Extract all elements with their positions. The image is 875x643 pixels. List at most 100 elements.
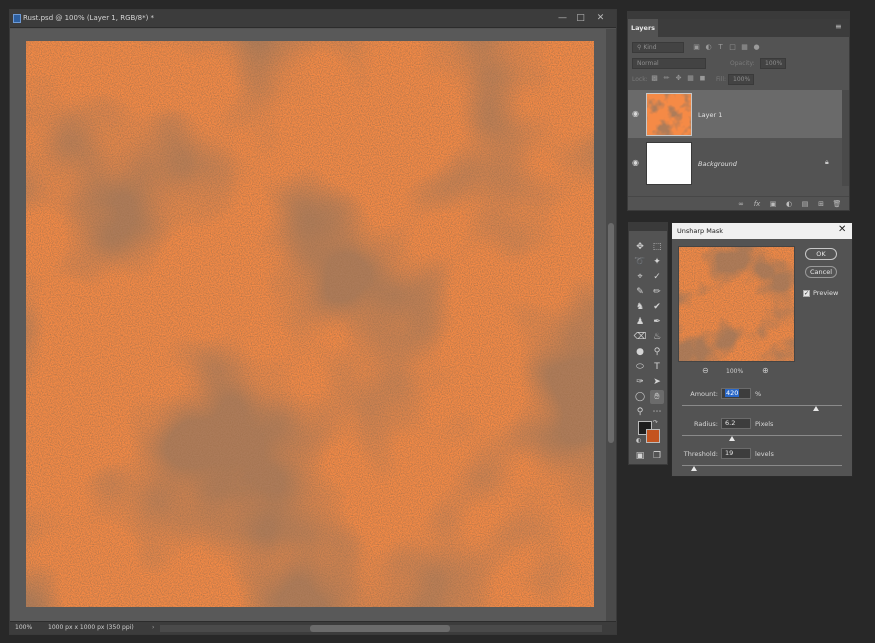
horizontal-scrollbar[interactable]	[160, 625, 602, 632]
lock-transparent-icon[interactable]: ▩	[650, 74, 659, 83]
radius-slider-track[interactable]	[682, 435, 842, 436]
lasso-tool-icon[interactable]: ➰	[633, 255, 647, 269]
amount-input[interactable]: 420	[721, 388, 751, 399]
ellipse-shape-icon[interactable]: ⬭	[633, 360, 647, 374]
preview-checkbox[interactable]: ✓	[803, 290, 810, 297]
close-icon[interactable]: ✕	[594, 12, 607, 25]
layer-row-background[interactable]: ◉ Background 🔒︎	[628, 139, 842, 187]
filter-toggle-icon[interactable]: ●	[752, 43, 761, 52]
radius-slider-handle[interactable]	[728, 436, 735, 441]
vertical-scroll-thumb[interactable]	[608, 223, 614, 443]
layers-tabbar: Layers ≡	[628, 19, 849, 37]
new-group-icon[interactable]: ▤	[800, 199, 810, 209]
threshold-slider-handle[interactable]	[691, 466, 697, 471]
layer-row-layer-1[interactable]: ◉ Layer 1	[628, 90, 842, 138]
radius-input[interactable]: 6.2	[721, 418, 751, 429]
quick-select-tool-icon[interactable]: ✦	[650, 255, 664, 269]
move-tool-icon[interactable]: ✥	[633, 240, 647, 254]
amount-slider-handle[interactable]	[813, 406, 820, 411]
cancel-button[interactable]: Cancel	[805, 266, 837, 278]
adjustment-layer-icon[interactable]: ◐	[784, 199, 794, 209]
more-tools-icon[interactable]: ⋯	[650, 405, 664, 419]
healing-brush-icon[interactable]: ✎	[633, 285, 647, 299]
minimize-icon[interactable]: —	[556, 12, 569, 25]
history-brush-icon[interactable]: ✔	[650, 300, 664, 314]
background-color-swatch[interactable]	[646, 429, 660, 443]
pixel-filter-icon[interactable]: ▣	[692, 43, 701, 52]
shape-filter-icon[interactable]: □	[728, 43, 737, 52]
ok-button[interactable]: OK	[805, 248, 837, 260]
layer-filter-kind[interactable]: ⚲ Kind	[632, 42, 684, 53]
threshold-slider-track[interactable]	[682, 465, 842, 466]
new-layer-icon[interactable]: ⊞	[816, 199, 826, 209]
lock-artboard-icon[interactable]: ▦	[686, 74, 695, 83]
opacity-input[interactable]: 100%	[760, 58, 786, 69]
smart-object-filter-icon[interactable]: ▦	[740, 43, 749, 52]
status-menu-arrow-icon[interactable]: ›	[152, 624, 154, 631]
lock-label: Lock:	[632, 76, 648, 83]
layer-name[interactable]: Background	[698, 160, 737, 168]
link-layers-icon[interactable]: ∞	[736, 199, 746, 209]
lock-position-icon[interactable]: ✥	[674, 74, 683, 83]
art-history-brush-icon[interactable]: ✒	[650, 315, 664, 329]
status-bar: 100% 1000 px x 1000 px (350 ppi) ›	[10, 621, 616, 634]
quick-mask-icon[interactable]: ▣	[633, 449, 647, 463]
marquee-tool-icon[interactable]: ⬚	[650, 240, 664, 254]
canvas-area[interactable]	[10, 29, 616, 621]
horizontal-scroll-thumb[interactable]	[310, 625, 450, 632]
layer-name[interactable]: Layer 1	[698, 111, 722, 119]
stamp-tool-icon[interactable]: ♟	[633, 315, 647, 329]
brush-tool-icon[interactable]: ✏	[650, 285, 664, 299]
lock-all-icon[interactable]: ◼	[698, 74, 707, 83]
zoom-out-icon[interactable]: ⊖	[702, 366, 709, 375]
fill-input[interactable]: 100%	[728, 74, 754, 85]
zoom-level[interactable]: 100%	[15, 624, 32, 631]
default-colors-icon[interactable]: ◐	[636, 437, 641, 444]
blur-tool-icon[interactable]: ●	[633, 345, 647, 359]
panel-collapse-bar[interactable]	[628, 12, 849, 19]
amount-unit: %	[755, 390, 762, 398]
crop-tool-icon[interactable]: ⌖	[633, 270, 647, 284]
adjustment-filter-icon[interactable]: ◐	[704, 43, 713, 52]
layers-bottom-toolbar: ∞ fx ▣ ◐ ▤ ⊞ 🗑︎	[628, 196, 849, 210]
hand-tool-icon[interactable]: ✋︎	[650, 390, 664, 404]
visibility-eye-icon[interactable]: ◉	[632, 158, 639, 167]
close-icon[interactable]: ✕	[838, 224, 846, 235]
path-select-icon[interactable]: ➤	[650, 375, 664, 389]
paint-bucket-icon[interactable]: ♨	[650, 330, 664, 344]
ellipse-tool-icon[interactable]: ◯	[633, 390, 647, 404]
add-mask-icon[interactable]: ▣	[768, 199, 778, 209]
screen-mode-icon[interactable]: ❐	[650, 449, 664, 463]
delete-layer-icon[interactable]: 🗑︎	[832, 199, 842, 209]
dialog-titlebar[interactable]: Unsharp Mask ✕	[672, 223, 852, 239]
panel-menu-icon[interactable]: ≡	[835, 22, 842, 31]
eraser-tool-icon[interactable]: ⌫	[633, 330, 647, 344]
psd-file-icon	[13, 14, 21, 23]
document-titlebar[interactable]: Rust.psd @ 100% (Layer 1, RGB/8*) * — □ …	[10, 10, 616, 28]
lock-icon[interactable]: 🔒︎	[825, 158, 829, 167]
blend-mode-select[interactable]: Normal	[632, 58, 706, 69]
clone-stamp-icon[interactable]: ♞	[633, 300, 647, 314]
tab-layers[interactable]: Layers	[628, 19, 658, 37]
eyedropper-tool-icon[interactable]: ✓	[650, 270, 664, 284]
filter-preview-image[interactable]	[678, 246, 795, 362]
threshold-label: Threshold:	[683, 450, 718, 458]
type-tool-icon[interactable]: T	[650, 360, 664, 374]
vertical-scrollbar[interactable]	[606, 29, 616, 621]
amount-label: Amount:	[690, 390, 718, 398]
lock-paint-icon[interactable]: ✏	[662, 74, 671, 83]
layer-style-fx-icon[interactable]: fx	[752, 199, 762, 209]
maximize-icon[interactable]: □	[574, 12, 587, 25]
preview-label: Preview	[813, 289, 839, 297]
threshold-input[interactable]: 19	[721, 448, 751, 459]
pen-tool-icon[interactable]: ✑	[633, 375, 647, 389]
swap-colors-icon[interactable]: ↷	[653, 419, 658, 426]
zoom-in-icon[interactable]: ⊕	[762, 366, 769, 375]
dodge-tool-icon[interactable]: ⚲	[650, 345, 664, 359]
tools-collapse-bar[interactable]	[629, 223, 667, 231]
visibility-eye-icon[interactable]: ◉	[632, 109, 639, 118]
layers-scrollbar[interactable]	[842, 90, 849, 186]
image-canvas[interactable]	[26, 41, 594, 607]
type-filter-icon[interactable]: T	[716, 43, 725, 52]
zoom-tool-icon[interactable]: ⚲	[633, 405, 647, 419]
